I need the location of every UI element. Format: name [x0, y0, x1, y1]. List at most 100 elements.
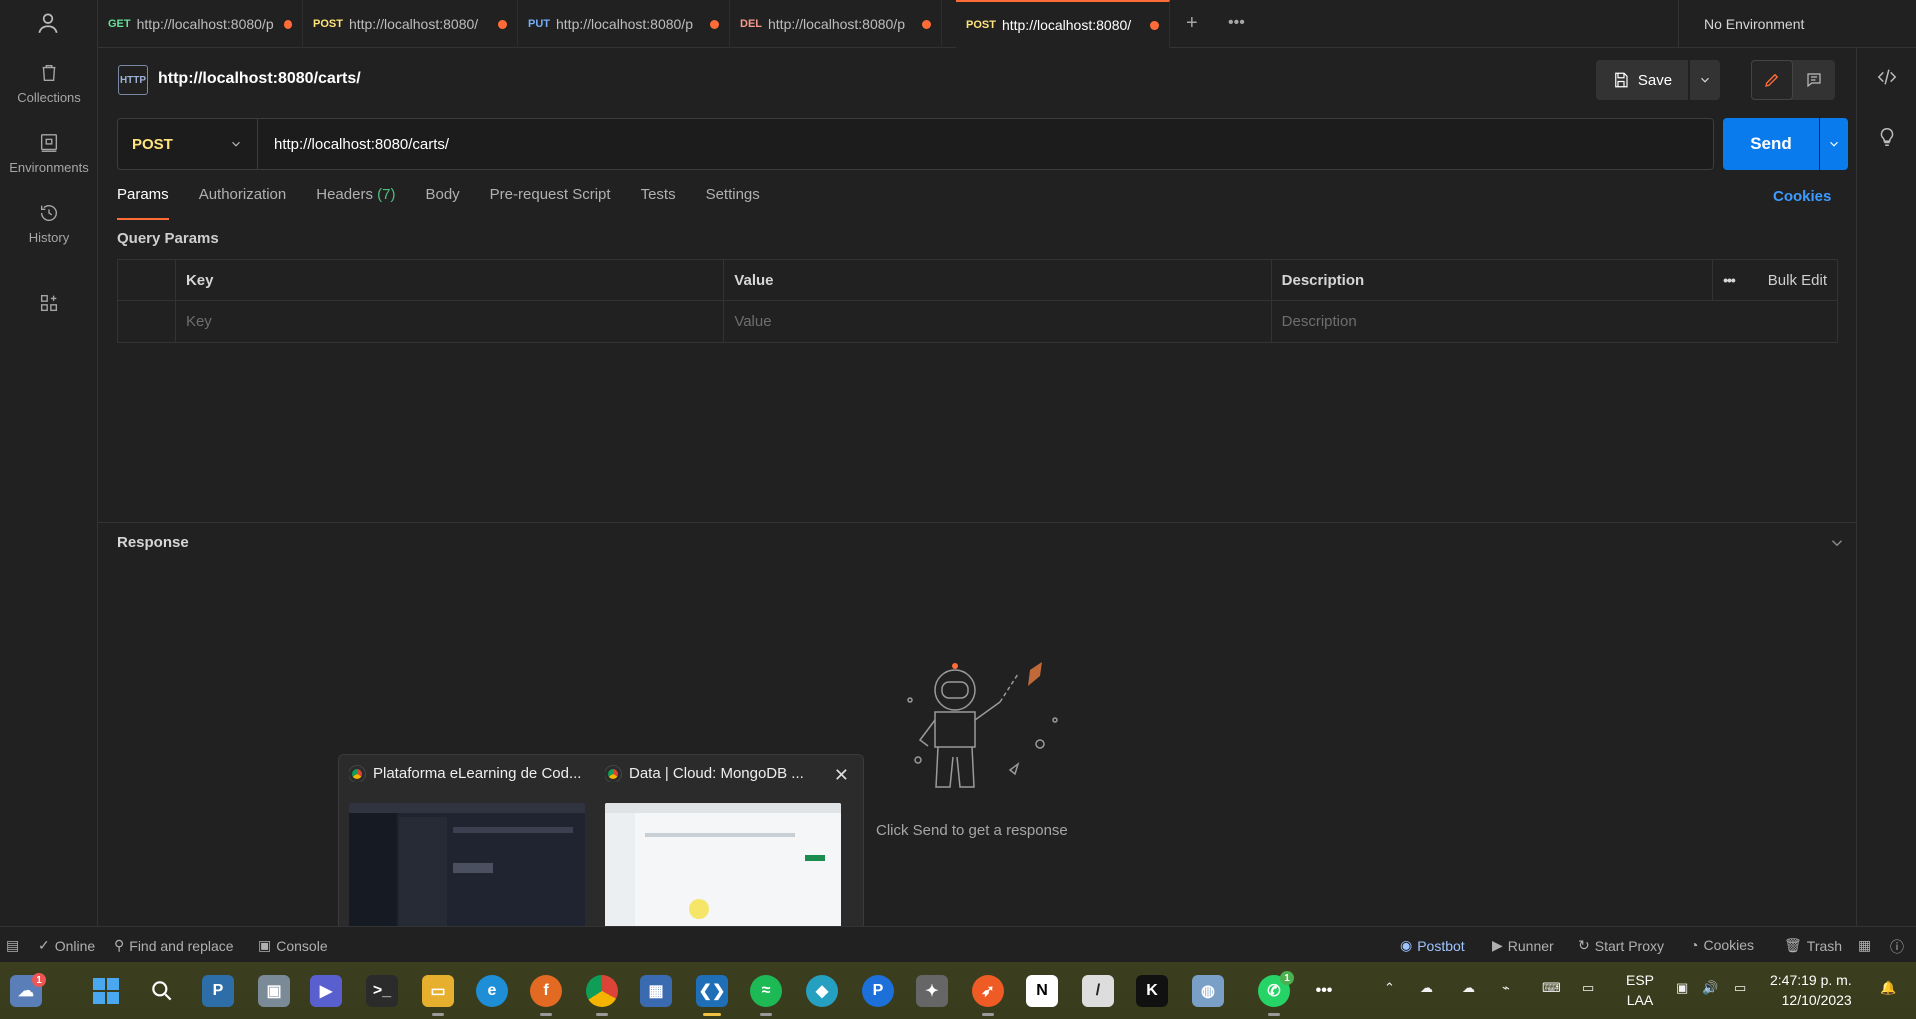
notification-bell-icon[interactable]: 🔔	[1880, 980, 1896, 996]
method-select[interactable]: POST	[118, 119, 258, 169]
sidebar-item-label: History	[28, 230, 70, 245]
sidebar-toggle-icon[interactable]: ▤	[6, 937, 19, 954]
description-input[interactable]: Description	[1272, 301, 1837, 342]
send-button[interactable]: Send	[1723, 118, 1819, 170]
request-tab-post[interactable]: POST http://localhost:8080/	[303, 0, 518, 48]
vpn-icon[interactable]: ◆	[806, 975, 838, 1007]
onedrive-icon[interactable]: ☁	[1420, 980, 1433, 996]
tab-settings[interactable]: Settings	[706, 186, 760, 220]
edge-icon[interactable]: e	[476, 975, 508, 1007]
table-row: Key Value Description	[118, 301, 1837, 342]
vscode-icon[interactable]: ❮❯	[696, 975, 728, 1016]
proxy-icon: ↻	[1578, 937, 1590, 953]
k-app-icon[interactable]: K	[1136, 975, 1168, 1007]
tab-prerequest-script[interactable]: Pre-request Script	[490, 186, 611, 220]
environment-select[interactable]: No Environment	[1678, 0, 1916, 48]
firefox-icon[interactable]: f	[530, 975, 562, 1016]
grid-plus-icon	[40, 294, 58, 312]
mongodb-compass-icon[interactable]: ◍	[1192, 975, 1224, 1007]
running-indicator	[432, 1013, 444, 1016]
cast-icon[interactable]: ⌁	[1502, 980, 1510, 996]
spotify-icon[interactable]: ≈	[750, 975, 782, 1016]
more-tabs-button[interactable]: •••	[1228, 14, 1245, 32]
tab-params[interactable]: Params	[117, 186, 169, 220]
chrome-icon[interactable]	[586, 975, 618, 1016]
file-explorer-icon[interactable]: ▭	[422, 975, 454, 1016]
search-icon: ⚲	[114, 937, 125, 953]
weather-icon[interactable]: ☁ 1	[10, 973, 46, 1007]
chevron-down-icon[interactable]	[1828, 534, 1846, 552]
user-icon[interactable]	[35, 10, 61, 36]
tab-tests[interactable]: Tests	[641, 186, 676, 220]
send-options-button[interactable]	[1820, 118, 1848, 170]
terminal-icon[interactable]: >_	[366, 975, 398, 1007]
inkscape-icon[interactable]: /	[1082, 975, 1114, 1007]
language-indicator[interactable]: ESP LAA	[1626, 970, 1654, 1010]
close-icon[interactable]: ✕	[834, 765, 849, 786]
request-tab-post-active[interactable]: POST http://localhost:8080/	[956, 0, 1170, 48]
network-icon[interactable]: ▣	[1676, 980, 1688, 996]
postman-icon[interactable]: ➶	[972, 975, 1004, 1016]
bulk-edit-link[interactable]: Bulk Edit	[1768, 272, 1827, 289]
postbot-button[interactable]: ◉ Postbot	[1400, 937, 1465, 954]
code-icon[interactable]	[1876, 66, 1898, 88]
request-tab-get[interactable]: GET http://localhost:8080/p	[98, 0, 303, 48]
layout-icon[interactable]: ▦	[1858, 937, 1871, 954]
more-apps-icon[interactable]: •••	[1308, 975, 1340, 1007]
tab-headers[interactable]: Headers (7)	[316, 186, 395, 220]
clock-time: 2:47:19 p. m.	[1770, 972, 1852, 988]
game-controller-icon[interactable]: ✦	[916, 975, 948, 1007]
sidebar-item-environments[interactable]: Environments	[0, 132, 98, 175]
lightbulb-icon[interactable]	[1876, 126, 1898, 148]
runner-button[interactable]: ▶ Runner	[1492, 937, 1554, 954]
online-status[interactable]: ✓ Online	[38, 937, 95, 954]
request-tab-put[interactable]: PUT http://localhost:8080/p	[518, 0, 730, 48]
pycharm-icon[interactable]: P	[862, 975, 894, 1007]
sidebar-item-history[interactable]: History	[0, 202, 98, 245]
pane-divider[interactable]	[98, 522, 1856, 523]
store-icon[interactable]: ▦	[640, 975, 672, 1007]
touchpad-icon[interactable]: ▭	[1582, 980, 1594, 996]
key-input[interactable]: Key	[176, 301, 725, 342]
keyboard-icon[interactable]: ⌨	[1542, 980, 1561, 996]
url-input[interactable]	[258, 119, 1713, 169]
search-icon[interactable]	[146, 975, 178, 1007]
request-title[interactable]: http://localhost:8080/carts/	[158, 70, 361, 88]
battery-icon[interactable]: ▭	[1734, 980, 1746, 996]
task-view-icon[interactable]: ▣	[258, 975, 290, 1007]
dev-preview-icon[interactable]: P	[202, 975, 234, 1007]
window-preview[interactable]: Plataforma eLearning de Cod...	[339, 755, 595, 943]
request-tab-del[interactable]: DEL http://localhost:8080/p	[730, 0, 942, 48]
console-button[interactable]: ▣ Console	[258, 937, 328, 954]
more-options-icon[interactable]: •••	[1723, 272, 1736, 288]
cloud-sync-icon[interactable]: ☁	[1462, 980, 1475, 996]
tab-authorization[interactable]: Authorization	[199, 186, 287, 220]
sidebar-item-collections[interactable]: Collections	[0, 62, 98, 105]
windows-start-icon[interactable]	[90, 975, 122, 1007]
save-options-button[interactable]	[1690, 60, 1720, 100]
start-proxy-button[interactable]: ↻ Start Proxy	[1578, 937, 1664, 954]
start-proxy-label: Start Proxy	[1594, 937, 1664, 954]
value-input[interactable]: Value	[724, 301, 1272, 342]
notion-icon[interactable]: N	[1026, 975, 1058, 1007]
left-sidebar: Collections Environments History	[0, 0, 98, 926]
clock[interactable]: 2:47:19 p. m. 12/10/2023	[1770, 970, 1852, 1010]
chevron-up-icon[interactable]: ⌃	[1384, 980, 1395, 996]
find-replace-button[interactable]: ⚲ Find and replace	[114, 937, 234, 954]
sidebar-item-configure[interactable]	[0, 292, 98, 320]
comments-button[interactable]	[1793, 60, 1835, 100]
table-actions: ••• Bulk Edit	[1713, 260, 1837, 300]
trash-button[interactable]: 🗑 Trash	[1784, 937, 1842, 954]
edit-mode-button[interactable]	[1751, 60, 1793, 100]
new-tab-button[interactable]: +	[1186, 12, 1198, 35]
window-preview[interactable]: Data | Cloud: MongoDB ...	[595, 755, 851, 943]
volume-icon[interactable]: 🔊	[1702, 980, 1718, 996]
tab-body[interactable]: Body	[425, 186, 459, 220]
cookies-link[interactable]: Cookies	[1773, 188, 1831, 205]
help-icon[interactable]: ⓘ	[1890, 937, 1904, 957]
teams-icon[interactable]: ▶	[310, 975, 342, 1007]
save-button[interactable]: Save	[1596, 60, 1688, 100]
cookies-button[interactable]: ◔ Cookies	[1690, 937, 1754, 953]
whatsapp-icon[interactable]: ✆ 1	[1258, 971, 1294, 1016]
unsaved-dot	[1150, 20, 1159, 30]
